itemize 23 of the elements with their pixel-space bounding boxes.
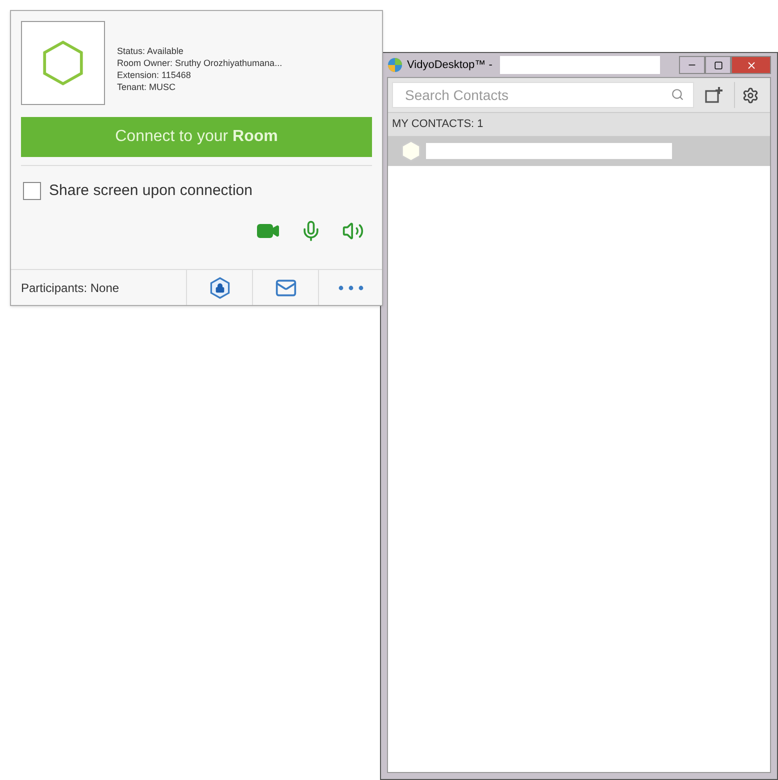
share-screen-label: Share screen upon connection xyxy=(49,181,252,201)
extension-text: Extension: 115468 xyxy=(117,69,192,81)
room-owner-text: Room Owner: Sruthy Orozhiyathumana... xyxy=(117,57,282,69)
close-icon xyxy=(746,60,756,70)
tenant-text: Tenant: MUSC xyxy=(117,81,177,93)
add-contact-icon xyxy=(705,86,723,104)
search-icon xyxy=(671,88,684,101)
search-field[interactable]: Search Contacts xyxy=(392,82,694,108)
contact-status-icon xyxy=(400,140,422,162)
settings-icon xyxy=(742,86,759,104)
app-logo-icon xyxy=(387,57,403,73)
maximize-icon xyxy=(714,60,722,70)
more-icon xyxy=(338,284,364,290)
participants-text: Participants: None xyxy=(20,280,120,296)
close-button[interactable] xyxy=(731,56,771,74)
hexagon-icon xyxy=(40,40,86,86)
lock-icon xyxy=(208,276,230,298)
window-title: VidyoDesktop™ - xyxy=(407,58,492,73)
share-screen-checkbox[interactable] xyxy=(23,182,41,200)
status-text: Status: Available xyxy=(117,45,184,57)
connect-button[interactable]: Connect to your Room xyxy=(21,117,372,157)
maximize-button[interactable] xyxy=(705,56,731,74)
contacts-header: MY CONTACTS: 1 xyxy=(388,113,770,136)
